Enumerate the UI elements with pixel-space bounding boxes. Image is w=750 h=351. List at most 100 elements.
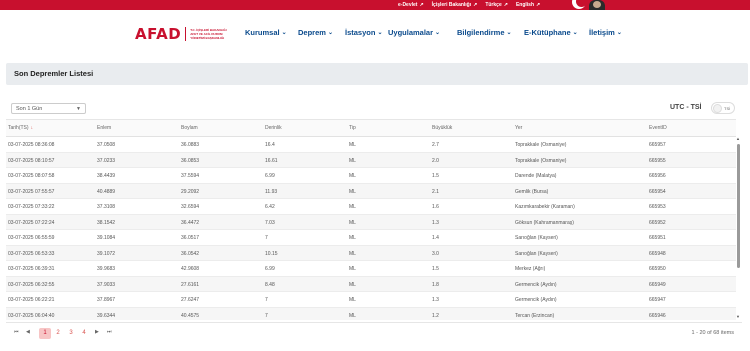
- page-button[interactable]: 1: [39, 328, 51, 339]
- table-cell: Sarıoğlan (Kayseri): [515, 250, 558, 257]
- page-button[interactable]: 3: [65, 328, 77, 339]
- top-link[interactable]: İçişleri Bakanlığı ↗: [432, 2, 478, 8]
- afad-logo[interactable]: AFAD T.C. İÇİŞLERİ BAKANLIĞI AFET VE ACİ…: [135, 25, 232, 43]
- table-cell: 665955: [649, 157, 666, 164]
- logo-subtitle: T.C. İÇİŞLERİ BAKANLIĞI AFET VE ACİL DUR…: [190, 28, 227, 40]
- table-row[interactable]: 03-07-2025 06:04:40 39.6344 40.4575 7 ML 1.2 T…: [6, 307, 736, 320]
- table-row[interactable]: 03-07-2025 06:32:55 37.9033 27.6161 8.48 ML 1…: [6, 276, 736, 292]
- table-cell: 665949: [649, 281, 666, 288]
- table-row[interactable]: 03-07-2025 06:22:21 37.8967 27.6247 7 ML 1.3 G…: [6, 292, 736, 308]
- table-row[interactable]: 03-07-2025 08:36:08 37.0508 36.0883 16.4 ML 2…: [6, 137, 736, 153]
- top-link-label: Türkçe: [485, 2, 502, 8]
- page-button[interactable]: 2: [52, 328, 64, 339]
- table-cell: Toprakkale (Osmaniye): [515, 142, 567, 148]
- table-cell: 7: [265, 312, 268, 319]
- column-header[interactable]: Derinlik: [265, 125, 282, 131]
- table-cell: Toprakkale (Osmaniye): [515, 157, 567, 164]
- column-header[interactable]: Büyüklük: [432, 125, 452, 131]
- table-cell: 03-07-2025 08:10:57: [8, 157, 55, 164]
- table-cell: 7.03: [265, 219, 275, 226]
- column-header[interactable]: EventID: [649, 125, 667, 131]
- table-cell: Germencik (Aydın): [515, 297, 557, 303]
- column-header[interactable]: Yer: [515, 125, 522, 131]
- nav-item[interactable]: Kurumsal ⌄: [245, 28, 287, 37]
- table-cell: 2.7: [432, 142, 439, 148]
- table-row[interactable]: 03-07-2025 06:39:31 39.9683 42.9608 6.99 ML 1…: [6, 261, 736, 277]
- column-header-label: Enlem: [97, 125, 112, 131]
- table-cell: Gemlik (Bursa): [515, 188, 549, 195]
- table-cell: 665946: [649, 312, 666, 319]
- column-header[interactable]: Tip: [349, 125, 356, 131]
- table-row[interactable]: 03-07-2025 06:55:59 39.1084 36.0517 7 ML 1.4 S…: [6, 230, 736, 246]
- table-cell: Merkez (Ağrı): [515, 266, 546, 272]
- prev-page-icon[interactable]: ◀: [26, 329, 30, 335]
- table-cell: ML: [349, 157, 356, 164]
- scroll-down-icon[interactable]: ▼: [736, 314, 740, 319]
- table-cell: 42.9608: [181, 266, 200, 272]
- table-cell: 03-07-2025 06:53:33: [8, 250, 55, 257]
- table-cell: 36.0517: [181, 235, 200, 241]
- external-link-icon: ↗: [503, 2, 508, 8]
- logo-text: AFAD: [135, 25, 182, 43]
- next-page-icon[interactable]: ▶: [95, 329, 99, 335]
- table-cell: 16.61: [265, 157, 278, 164]
- top-link[interactable]: Türkçe ↗: [485, 2, 508, 8]
- chevron-down-icon: ⌄: [572, 30, 578, 36]
- table-cell: 6.42: [265, 204, 275, 210]
- earthquake-table: Tarih(TS) ↓ Enlem Boylam Derinlik Tip Büyüklük…: [6, 119, 736, 320]
- column-header[interactable]: Tarih(TS) ↓: [8, 125, 33, 131]
- page-title: Son Depremler Listesi: [14, 69, 94, 78]
- table-cell: 37.3108: [97, 204, 116, 210]
- timezone-toggle[interactable]: TSİ: [711, 102, 735, 114]
- nav-item[interactable]: Bilgilendirme ⌄: [457, 28, 512, 37]
- table-cell: 7: [265, 235, 268, 241]
- column-header-label: Yer: [515, 125, 523, 131]
- table-row[interactable]: 03-07-2025 07:22:24 38.1542 36.4472 7.03 ML 1…: [6, 214, 736, 230]
- table-cell: Germencik (Aydın): [515, 281, 557, 288]
- nav-item[interactable]: Uygulamalar ⌄: [388, 28, 440, 37]
- table-cell: 665957: [649, 142, 666, 148]
- table-cell: 38.4439: [97, 173, 116, 179]
- table-cell: 1.5: [432, 266, 439, 272]
- table-row[interactable]: 03-07-2025 08:10:57 37.0233 36.0853 16.61 ML…: [6, 152, 736, 168]
- table-cell: 27.6161: [181, 281, 200, 288]
- nav-item[interactable]: E-Kütüphane ⌄: [524, 28, 578, 37]
- top-link[interactable]: English ↗: [516, 2, 540, 8]
- table-header: Tarih(TS) ↓ Enlem Boylam Derinlik Tip Büyüklük…: [6, 120, 736, 137]
- table-cell: 665952: [649, 219, 666, 226]
- column-header-label: Tarih(TS): [8, 125, 29, 131]
- table-cell: 03-07-2025 07:22:24: [8, 219, 55, 226]
- table-scrollbar[interactable]: ▲ ▼: [736, 136, 742, 320]
- table-cell: 39.1072: [97, 250, 116, 257]
- last-page-icon[interactable]: ⏭: [107, 329, 112, 335]
- chevron-down-icon: ⌄: [616, 30, 622, 36]
- table-cell: 8.48: [265, 281, 275, 288]
- nav-item[interactable]: Deprem ⌄: [298, 28, 333, 37]
- controls-area: Son 1 Gün ▼ UTC - TSİ TSİ: [6, 99, 748, 118]
- nav-item-label: Kurumsal: [245, 28, 280, 37]
- table-row[interactable]: 03-07-2025 07:55:57 40.4889 29.2092 11.93 ML…: [6, 183, 736, 199]
- nav-item[interactable]: İstasyon ⌄: [345, 28, 382, 37]
- table-cell: 665950: [649, 266, 666, 272]
- top-link[interactable]: e-Devlet ↗: [398, 2, 424, 8]
- table-cell: ML: [349, 250, 356, 257]
- table-cell: 39.9683: [97, 266, 116, 272]
- page-button[interactable]: 4: [78, 328, 90, 339]
- table-cell: 1.2: [432, 312, 439, 319]
- first-page-icon[interactable]: ⏮: [14, 329, 19, 335]
- table-row[interactable]: 03-07-2025 07:33:22 37.3108 32.6594 6.42 ML 1…: [6, 199, 736, 215]
- main-nav: Kurumsal ⌄ Deprem ⌄ İstasyon ⌄ Uygulamalar ⌄ Bil…: [245, 28, 645, 40]
- column-header[interactable]: Enlem: [97, 125, 111, 131]
- chevron-down-icon: ⌄: [377, 30, 383, 36]
- table-row[interactable]: 03-07-2025 06:53:33 39.1072 36.0542 10.15 ML…: [6, 245, 736, 261]
- table-cell: 665948: [649, 250, 666, 257]
- table-row[interactable]: 03-07-2025 08:07:58 38.4439 37.5594 6.99 ML 1…: [6, 168, 736, 184]
- table-cell: 40.4575: [181, 312, 200, 319]
- scrollbar-thumb[interactable]: [737, 144, 740, 268]
- nav-item[interactable]: İletişim ⌄: [589, 28, 622, 37]
- table-cell: 03-07-2025 06:04:40: [8, 312, 55, 319]
- column-header[interactable]: Boylam: [181, 125, 198, 131]
- external-link-icon: ↗: [536, 2, 541, 8]
- scroll-up-icon[interactable]: ▲: [736, 136, 740, 141]
- time-range-select[interactable]: Son 1 Gün ▼: [11, 103, 86, 114]
